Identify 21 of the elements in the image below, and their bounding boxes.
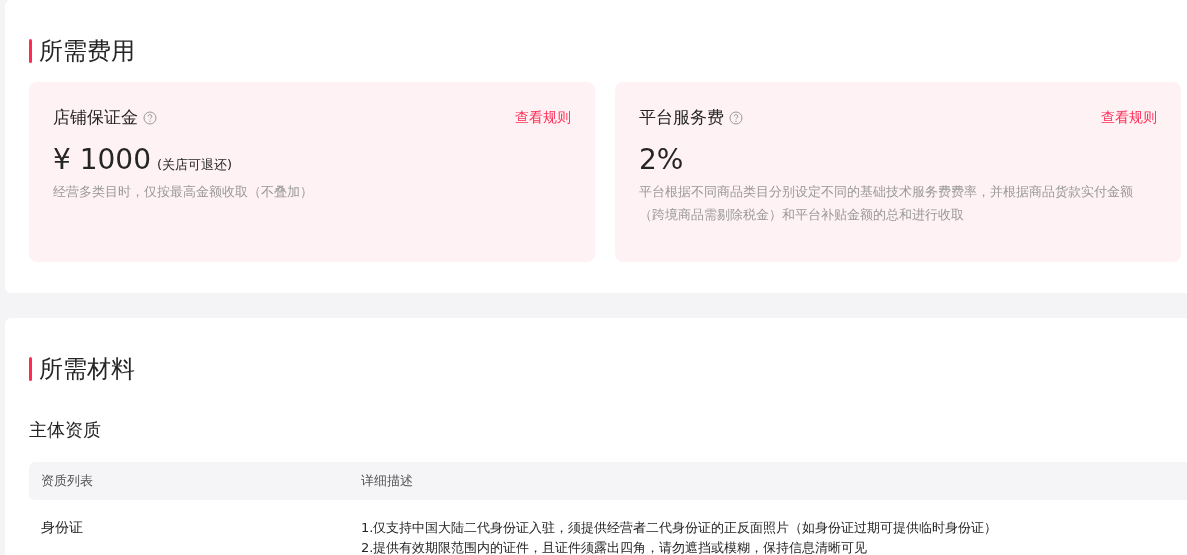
subsection-title: 主体资质	[29, 418, 102, 442]
help-icon[interactable]	[729, 110, 743, 125]
table-cell-text: 身份证	[41, 519, 84, 536]
view-rules-link[interactable]: 查看规则	[515, 108, 571, 127]
fee-title: 店铺保证金	[53, 106, 138, 129]
view-rules-link[interactable]: 查看规则	[1101, 108, 1157, 127]
fee-amount: 2%	[639, 143, 684, 176]
section-title: 所需材料	[39, 354, 135, 385]
help-icon[interactable]	[143, 110, 157, 125]
column-header: 资质列表	[40, 472, 94, 490]
title-accent-bar	[29, 357, 32, 381]
requirement-text: 1.仅支持中国大陆二代身份证入驻，须提供经营者二代身份证的正反面照片（如身份证过期可提供临时身份证）	[361, 519, 999, 537]
requirement-text: 2.提供有效期限范围内的证件，且证件须露出四角，请勿遮挡或模糊，保持信息清晰可见	[361, 539, 869, 555]
column-header: 详细描述	[361, 472, 414, 490]
fee-description: 平台根据不同商品类目分别设定不同的基础技术服务费费率，并根据商品货款实付金额（跨境商品需剔除税金）和平台补贴金额的总和进行收取	[639, 183, 1134, 224]
fee-title: 平台服务费	[639, 106, 724, 129]
section-title: 所需费用	[39, 36, 135, 67]
amount-note: (关店可退还)	[157, 156, 233, 174]
fee-description: 经营多类目时，仅按最高金额收取（不叠加）	[53, 183, 314, 201]
title-accent-bar	[29, 39, 32, 63]
fee-amount: ¥ 1000	[53, 143, 151, 176]
